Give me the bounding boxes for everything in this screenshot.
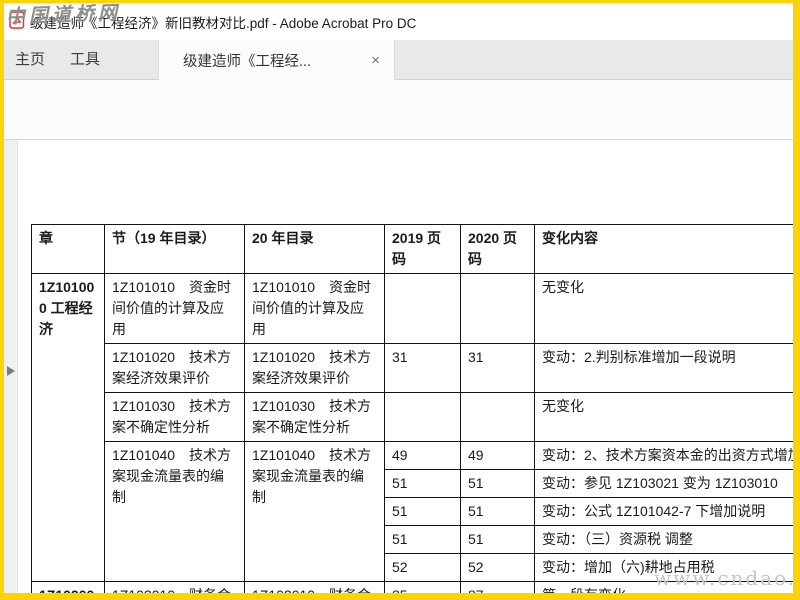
table-header-cell: 章	[31, 224, 105, 274]
table-cell: 1Z101020 技术方案经济效果评价	[104, 343, 245, 393]
table-wrap: 章节（19 年目录） 20 年目录 2019 页码 2020 页码 变化内容 1Z101…	[31, 224, 793, 593]
table-cell: 变动：公式 1Z101042-7 下增加说明	[534, 497, 793, 526]
acrobat-window: 级建造师《工程经济》新旧教材对比.pdf - Adobe Acrobat Pro…	[0, 0, 800, 600]
tab-document-label: 级建造师《工程经...	[183, 54, 312, 70]
table-cell: 51	[384, 525, 461, 554]
table-row: 1Z101000 工程经济 1Z101010 资金时间价值的计算及应用 1Z1010…	[31, 273, 793, 582]
tab-bar: 主页 工具 级建造师《工程经... ×	[4, 40, 793, 81]
table-cell: 85	[384, 581, 461, 593]
table-cell: 87	[460, 581, 535, 593]
tab-tools[interactable]: 工具	[70, 40, 100, 80]
table-row: 1Z101020 技术方案经济效果评价 1Z101020 技术方案经济效果评价 31…	[32, 343, 793, 393]
table-cell: 52	[460, 553, 535, 582]
table-cell: 31	[384, 343, 461, 393]
table-cell	[460, 392, 535, 442]
table-cell	[384, 273, 461, 344]
tab-document[interactable]: 级建造师《工程经... ×	[158, 40, 395, 81]
table-header-cell: 节（19 年目录）	[104, 224, 245, 274]
table-cell: 49	[460, 441, 535, 470]
tab-home[interactable]: 主页	[15, 40, 45, 80]
table-cell: 无变化	[534, 273, 793, 344]
expand-nav-pane-icon[interactable]	[7, 366, 15, 376]
table-cell: 变动：参见 1Z103021 变为 1Z103010	[534, 469, 793, 498]
tab-close-icon[interactable]: ×	[371, 53, 380, 68]
table-cell: 无变化	[534, 392, 793, 442]
table-cell: 51	[460, 525, 535, 554]
nav-pane-strip	[4, 140, 18, 593]
table-row: 1Z101040 技术方案现金流量表的编制 1Z101040 技术方案现金流量表的…	[32, 441, 793, 582]
comparison-table: 章节（19 年目录） 20 年目录 2019 页码 2020 页码 变化内容 1Z101…	[31, 224, 793, 593]
toolbar: 1 / 4	[4, 80, 793, 214]
table-cell: 51	[460, 469, 535, 498]
table-cell: 1Z101040 技术方案现金流量表的编制	[244, 441, 385, 582]
table-cell: 51	[384, 497, 461, 526]
table-row: 1Z101030 技术方案不确定性分析 1Z101030 技术方案不确定性分析 无变…	[32, 392, 793, 442]
table-cell: 1Z101010 资金时间价值的计算及应用	[244, 273, 385, 344]
watermark-top: 中国道桥网	[5, 1, 122, 28]
table-cell	[460, 273, 535, 344]
table-cell: 变动：（三）资源税 调整	[534, 525, 793, 554]
pdf-page: 章节（19 年目录） 20 年目录 2019 页码 2020 页码 变化内容 1Z101…	[18, 140, 793, 593]
chapter-cell: 1Z102000 工程财务	[31, 581, 105, 593]
table-header-cell: 20 年目录	[244, 224, 385, 274]
table-cell: 1Z102010 财务会计基础	[104, 581, 245, 593]
title-bar: 级建造师《工程经济》新旧教材对比.pdf - Adobe Acrobat Pro…	[4, 3, 793, 40]
table-cell: 1Z101030 技术方案不确定性分析	[244, 392, 385, 442]
table-cell: 1Z101010 资金时间价值的计算及应用	[104, 273, 245, 344]
table-header-cell: 变化内容	[534, 224, 793, 274]
table-cell: 51	[460, 497, 535, 526]
table-cell: 1Z101030 技术方案不确定性分析	[104, 392, 245, 442]
table-cell	[384, 392, 461, 442]
table-cell: 变动：2、技术方案资本金的出资方式增加一	[534, 441, 793, 470]
table-header-row: 章节（19 年目录） 20 年目录 2019 页码 2020 页码 变化内容	[31, 224, 793, 274]
table-cell: 52	[384, 553, 461, 582]
table-header-cell: 2019 页码	[384, 224, 461, 274]
table-cell: 49	[384, 441, 461, 470]
table-cell: 变动：2.判别标准增加一段说明	[534, 343, 793, 393]
table-header-cell: 2020 页码	[460, 224, 535, 274]
table-cell: 1Z101040 技术方案现金流量表的编制	[104, 441, 245, 582]
table-cell: 51	[384, 469, 461, 498]
watermark-bottom: www.cndao.com	[654, 566, 797, 590]
document-area: 章节（19 年目录） 20 年目录 2019 页码 2020 页码 变化内容 1Z101…	[4, 140, 793, 593]
table-cell: 31	[460, 343, 535, 393]
chapter-cell: 1Z101000 工程经济	[31, 273, 105, 582]
table-cell: 1Z101020 技术方案经济效果评价	[244, 343, 385, 393]
table-cell: 1Z102010 财务会计基础	[244, 581, 385, 593]
